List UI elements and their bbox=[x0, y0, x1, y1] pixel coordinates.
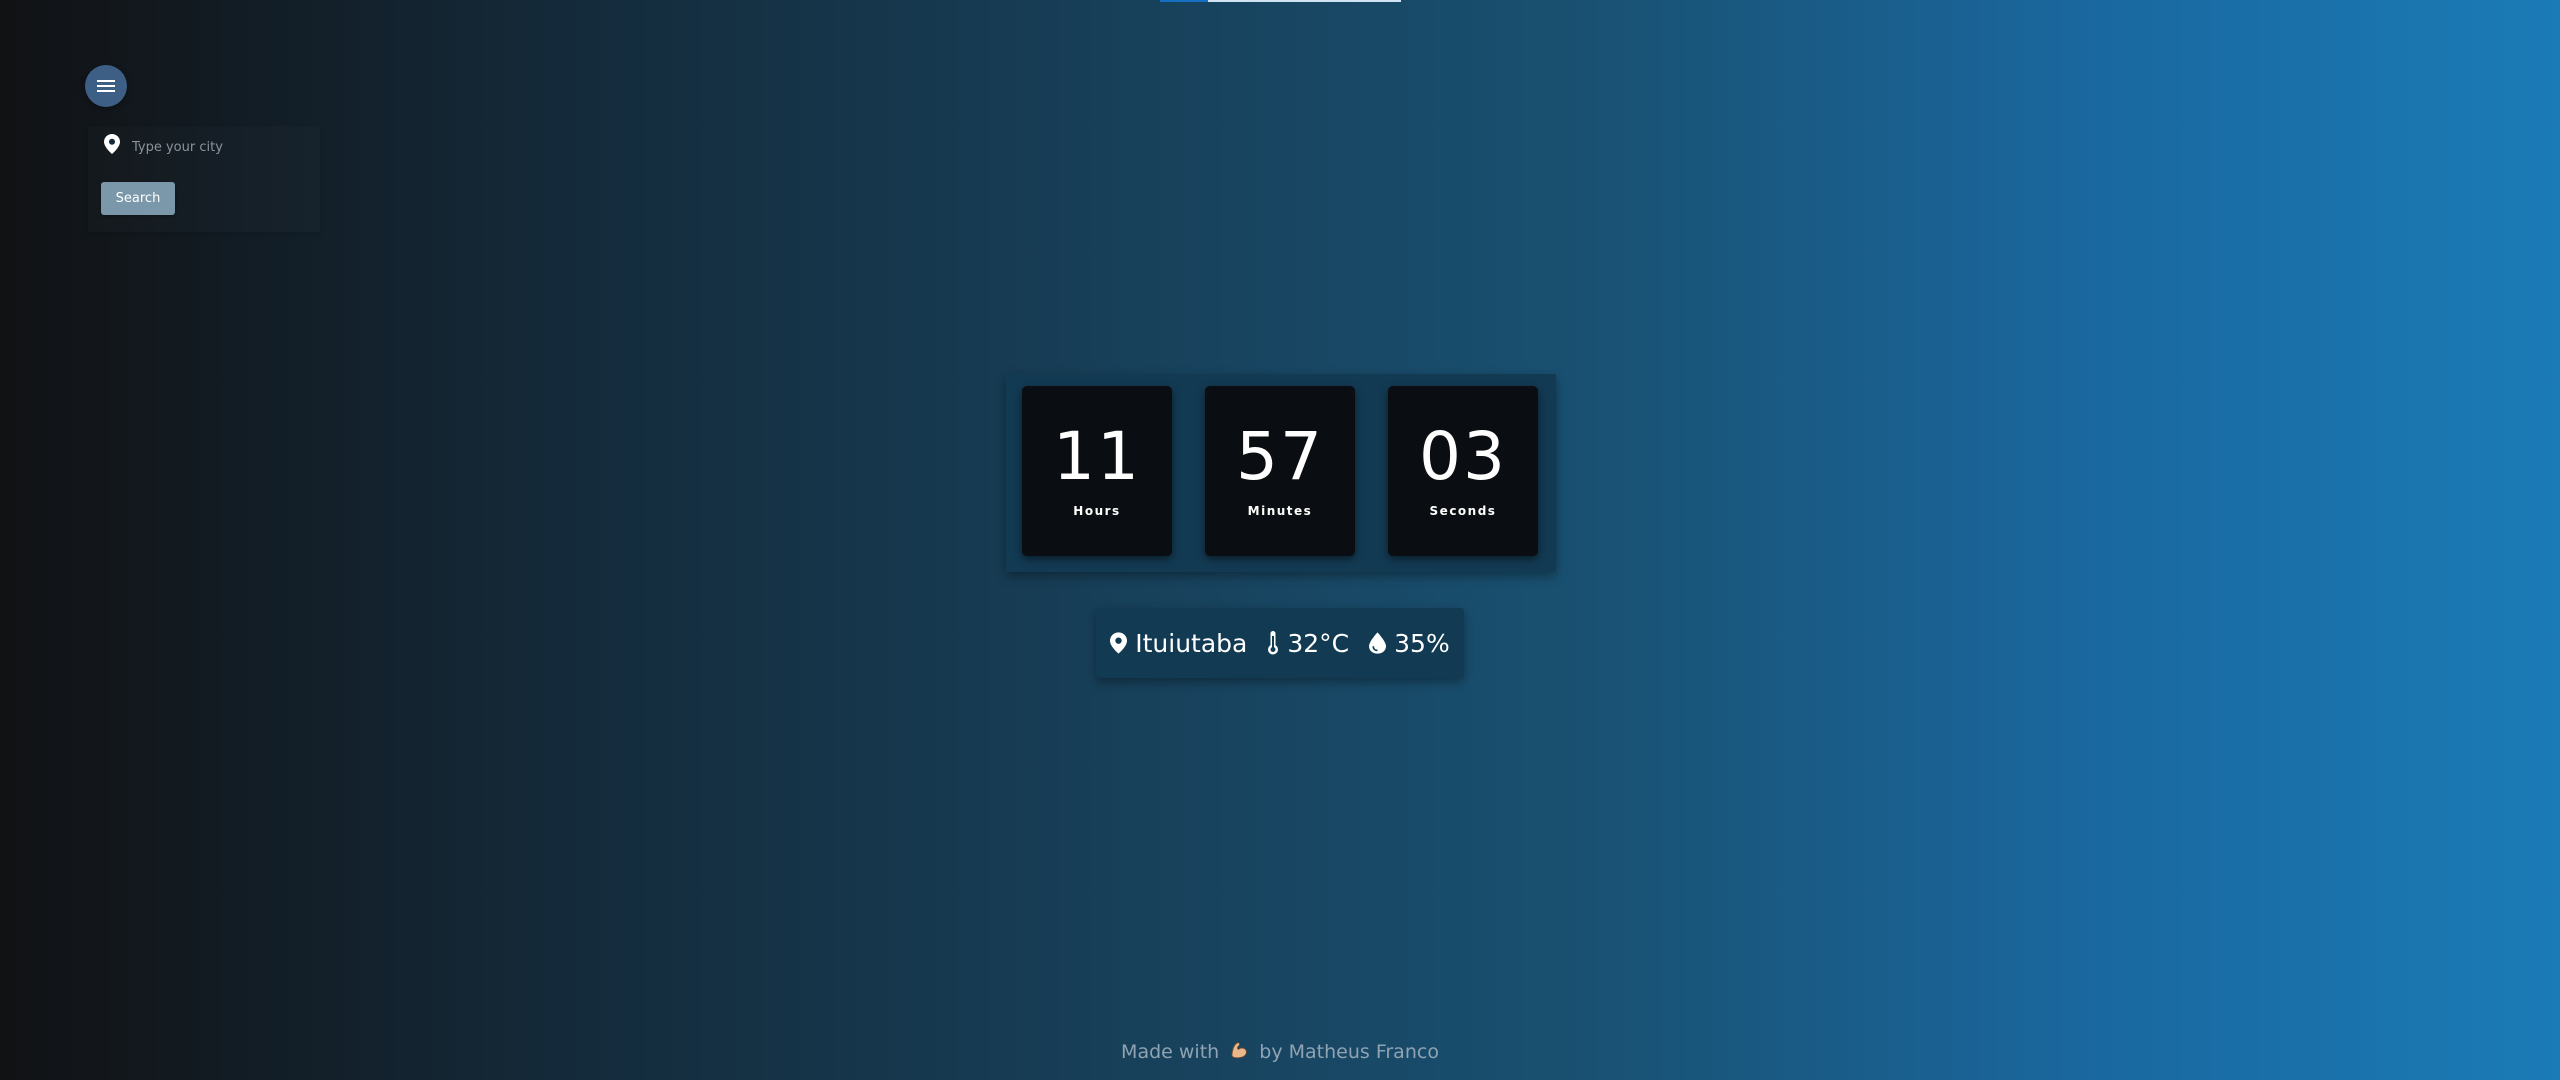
seconds-card: 03 Seconds bbox=[1388, 386, 1538, 556]
top-progress-bar bbox=[1160, 0, 1401, 2]
weather-panel: Ituiutaba 32°C 35% bbox=[1096, 608, 1464, 678]
temperature-value: 32°C bbox=[1287, 628, 1350, 658]
minutes-card: 57 Minutes bbox=[1205, 386, 1355, 556]
top-progress-track bbox=[1208, 0, 1401, 2]
city-name: Ituiutaba bbox=[1135, 628, 1248, 658]
clock-panel: 11 Hours 57 Minutes 03 Seconds bbox=[1006, 374, 1556, 572]
top-progress-fill bbox=[1160, 0, 1209, 2]
seconds-value: 03 bbox=[1419, 418, 1507, 495]
thermometer-icon bbox=[1267, 631, 1279, 655]
water-drop-icon bbox=[1369, 632, 1387, 654]
hours-card: 11 Hours bbox=[1022, 386, 1172, 556]
location-pin-icon bbox=[1110, 632, 1128, 654]
flexed-biceps-icon bbox=[1229, 1040, 1249, 1065]
search-button[interactable]: Search bbox=[101, 182, 175, 215]
minutes-value: 57 bbox=[1236, 418, 1324, 495]
humidity-value: 35% bbox=[1394, 628, 1450, 658]
menu-button[interactable] bbox=[85, 65, 127, 107]
seconds-label: Seconds bbox=[1429, 504, 1497, 518]
hours-value: 11 bbox=[1053, 418, 1141, 495]
search-panel: Search bbox=[88, 126, 320, 232]
footer-prefix: Made with bbox=[1121, 1041, 1220, 1063]
location-pin-icon bbox=[104, 134, 120, 158]
footer-suffix: by Matheus Franco bbox=[1259, 1041, 1439, 1063]
city-search-input[interactable] bbox=[132, 136, 302, 158]
hamburger-menu-icon bbox=[97, 80, 115, 92]
minutes-label: Minutes bbox=[1247, 504, 1313, 518]
footer: Made with by Matheus Franco bbox=[0, 1040, 2560, 1065]
hours-label: Hours bbox=[1073, 504, 1121, 518]
